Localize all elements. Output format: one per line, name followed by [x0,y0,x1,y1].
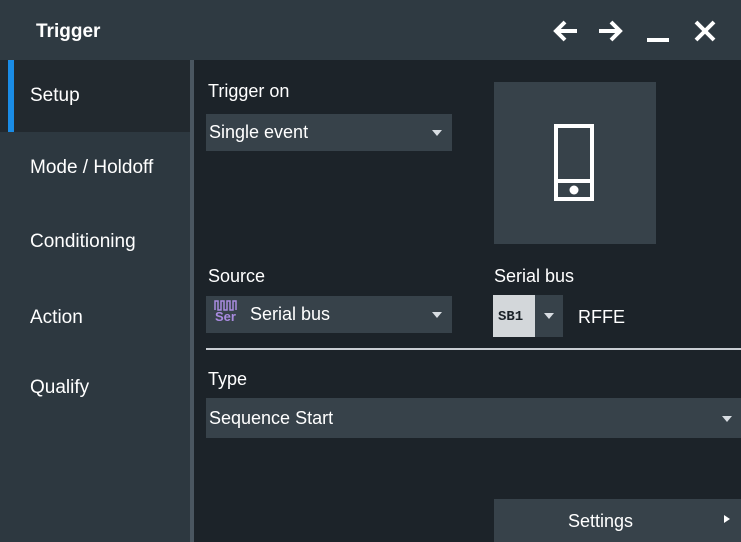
sidebar-item-qualify[interactable]: Qualify [0,352,190,424]
source-value: Serial bus [250,304,331,324]
serial-bus-id: SB1 [498,309,524,325]
trigger-on-label: Trigger on [208,81,290,101]
sidebar-item-label: Mode / Holdoff [30,157,154,178]
close-icon[interactable] [692,18,720,44]
source-label: Source [208,266,266,286]
section-divider [206,348,741,350]
serial-bus-icon: Ser [210,299,244,329]
trigger-on-value: Single event [209,122,309,142]
forward-icon[interactable] [596,18,624,44]
sidebar-divider [190,60,194,542]
sidebar-item-label: Setup [30,85,80,106]
settings-button-label: Settings [568,511,634,531]
sidebar-item-label: Action [30,307,83,328]
sidebar-item-conditioning[interactable]: Conditioning [0,206,190,278]
type-label: Type [208,369,248,389]
settings-button[interactable]: Settings [494,499,741,542]
trigger-preview [494,82,656,244]
back-icon[interactable] [552,18,580,44]
dialog-title: Trigger [36,21,101,42]
type-dropdown[interactable]: Sequence Start [206,398,741,438]
serial-bus-protocol: RFFE [578,307,625,327]
sidebar-item-setup[interactable]: Setup [0,60,190,132]
chevron-down-icon [432,130,442,136]
chevron-right-icon [724,515,730,523]
sidebar-item-action[interactable]: Action [0,282,190,354]
minimize-icon[interactable] [645,18,673,44]
title-bar: Trigger [0,0,741,60]
trigger-on-dropdown[interactable]: Single event [206,114,452,151]
single-event-icon [554,124,594,201]
serial-bus-label: Serial bus [494,266,575,286]
sidebar: Setup Mode / Holdoff Conditioning Action… [0,60,190,542]
type-value: Sequence Start [209,408,334,428]
sidebar-item-mode-holdoff[interactable]: Mode / Holdoff [0,132,190,204]
serial-bus-dropdown[interactable] [535,295,563,337]
serial-bus-id-badge[interactable]: SB1 [493,295,535,337]
chevron-down-icon [432,312,442,318]
chevron-down-icon [544,313,554,319]
sidebar-item-label: Conditioning [30,231,136,252]
source-dropdown[interactable]: Ser Serial bus [206,296,452,333]
chevron-down-icon [722,416,732,422]
sidebar-item-label: Qualify [30,377,90,398]
